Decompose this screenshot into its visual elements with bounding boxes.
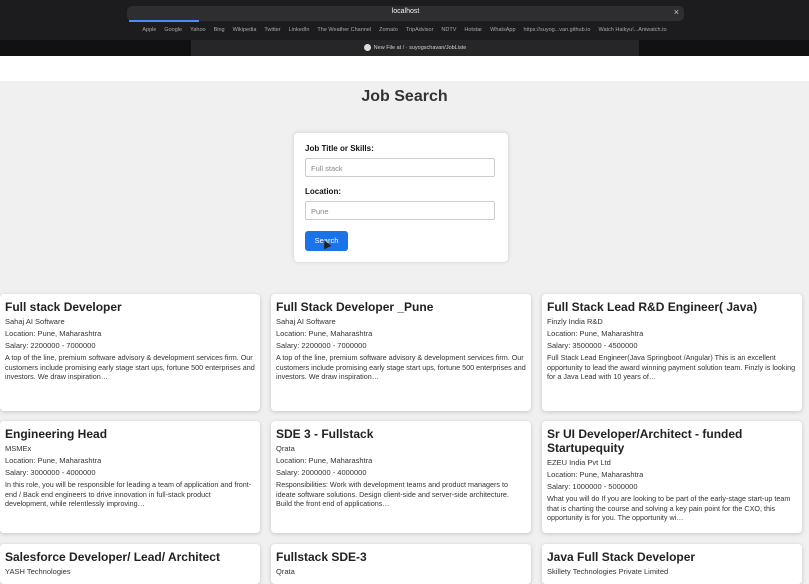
job-title: Sr UI Developer/Architect - funded Start… [547, 427, 743, 455]
close-icon[interactable]: × [674, 7, 679, 17]
job-company: Qrata [276, 444, 295, 453]
job-card[interactable]: Engineering Head MSMEx Location: Pune, Mah… [0, 421, 260, 533]
job-title: Full Stack Developer _Pune [276, 300, 434, 314]
job-card[interactable]: Java Full Stack Developer Skillety Techno… [542, 544, 802, 584]
favorite-link[interactable]: Google [164, 27, 182, 33]
job-title: Engineering Head [5, 427, 108, 441]
job-location: Location: Pune, Maharashtra [5, 456, 102, 465]
address-bar-progress [129, 20, 199, 22]
job-company: Skillety Technologies Private Limited [547, 567, 669, 576]
job-title: Salesforce Developer/ Lead/ Architect [5, 550, 220, 564]
job-card[interactable]: Full stack Developer Sahaj AI Software Loc… [0, 294, 260, 411]
favorite-link[interactable]: Bing [214, 27, 225, 33]
job-card[interactable]: Salesforce Developer/ Lead/ Architect YAS… [0, 544, 260, 584]
job-location: Location: Pune, Maharashtra [5, 329, 102, 338]
job-card[interactable]: Fullstack SDE-3 Qrata [271, 544, 531, 584]
favorite-link[interactable]: Apple [142, 27, 156, 33]
job-title: Full stack Developer [5, 300, 122, 314]
job-location: Location: Pune, Maharashtra [547, 470, 644, 479]
location-input[interactable]: Pune [305, 201, 495, 220]
job-salary: Salary: 2200000 - 7000000 [5, 341, 96, 350]
job-title: Java Full Stack Developer [547, 550, 696, 564]
location-label: Location: [305, 187, 341, 196]
job-salary: Salary: 2000000 - 4000000 [276, 468, 367, 477]
job-company: EZEU India Pvt Ltd [547, 458, 611, 467]
favorite-link[interactable]: Hotstar [464, 27, 482, 33]
job-description: Full Stack Lead Engineer(Java Springboot… [547, 353, 796, 381]
favorite-link[interactable]: The Weather Channel [317, 27, 371, 33]
page-title: Job Search [361, 88, 448, 105]
job-company: Qrata [276, 567, 295, 576]
job-card[interactable]: Sr UI Developer/Architect - funded Start… [542, 421, 802, 533]
job-title: Full Stack Lead R&D Engineer( Java) [547, 300, 758, 314]
job-location: Location: Pune, Maharashtra [276, 456, 373, 465]
github-icon [363, 44, 371, 52]
skills-label: Job Title or Skills: [305, 144, 374, 153]
job-company: YASH Technologies [5, 567, 71, 576]
favorite-link[interactable]: LinkedIn [289, 27, 310, 33]
job-location: Location: Pune, Maharashtra [547, 329, 644, 338]
favorite-link[interactable]: Wikipedia [233, 27, 257, 33]
favorite-link[interactable]: WhatsApp [490, 27, 515, 33]
address-bar-url: localhost [391, 8, 420, 15]
address-bar[interactable]: localhost × [127, 6, 684, 22]
job-description: What you will do If you are looking to b… [547, 494, 791, 522]
tab-strip: New File at / · suyogschavan/JobListe [0, 40, 809, 56]
tab-title: New File at / · suyogschavan/JobListe [373, 45, 467, 51]
favorite-link[interactable]: TripAdvisor [406, 27, 434, 33]
job-card[interactable]: Full Stack Developer _Pune Sahaj AI Softw… [271, 294, 531, 411]
favorite-link[interactable]: Yahoo [190, 27, 206, 33]
favorite-link[interactable]: https://suyog...van.github.io [524, 27, 591, 33]
job-company: Sahaj AI Software [276, 317, 336, 326]
job-card[interactable]: Full Stack Lead R&D Engineer( Java) Finzl… [542, 294, 802, 411]
job-salary: Salary: 3500000 - 4500000 [547, 341, 638, 350]
job-title: SDE 3 - Fullstack [276, 427, 374, 441]
favorite-link[interactable]: NDTV [441, 27, 456, 33]
job-company: MSMEx [5, 444, 32, 453]
job-description: In this role, you will be responsible fo… [5, 480, 252, 508]
job-description: Responsibilities: Work with development … [276, 480, 509, 508]
job-company: Sahaj AI Software [5, 317, 65, 326]
skills-input[interactable]: Full stack [305, 158, 495, 177]
job-salary: Salary: 1000000 - 5000000 [547, 482, 638, 491]
job-description: A top of the line, premium software advi… [276, 353, 526, 381]
page-top-gap [0, 56, 809, 81]
browser-tab[interactable]: New File at / · suyogschavan/JobListe [191, 40, 639, 56]
job-card[interactable]: SDE 3 - Fullstack Qrata Location: Pune, Ma… [271, 421, 531, 533]
job-salary: Salary: 2200000 - 7000000 [276, 341, 367, 350]
job-salary: Salary: 3000000 - 4000000 [5, 468, 96, 477]
browser-chrome: localhost × Apple Google Yahoo Bing Wikipedi… [0, 0, 809, 56]
favorites-bar: Apple Google Yahoo Bing Wikipedia Twitter Link… [0, 27, 809, 37]
job-description: A top of the line, premium software advi… [5, 353, 255, 381]
favorite-link[interactable]: Zomato [379, 27, 398, 33]
favorite-link[interactable]: Watch Haikyu!...Aniwatch.to [598, 27, 666, 33]
job-company: Finzly India R&D [547, 317, 603, 326]
job-location: Location: Pune, Maharashtra [276, 329, 373, 338]
job-title: Fullstack SDE-3 [276, 550, 367, 564]
favorite-link[interactable]: Twitter [264, 27, 280, 33]
